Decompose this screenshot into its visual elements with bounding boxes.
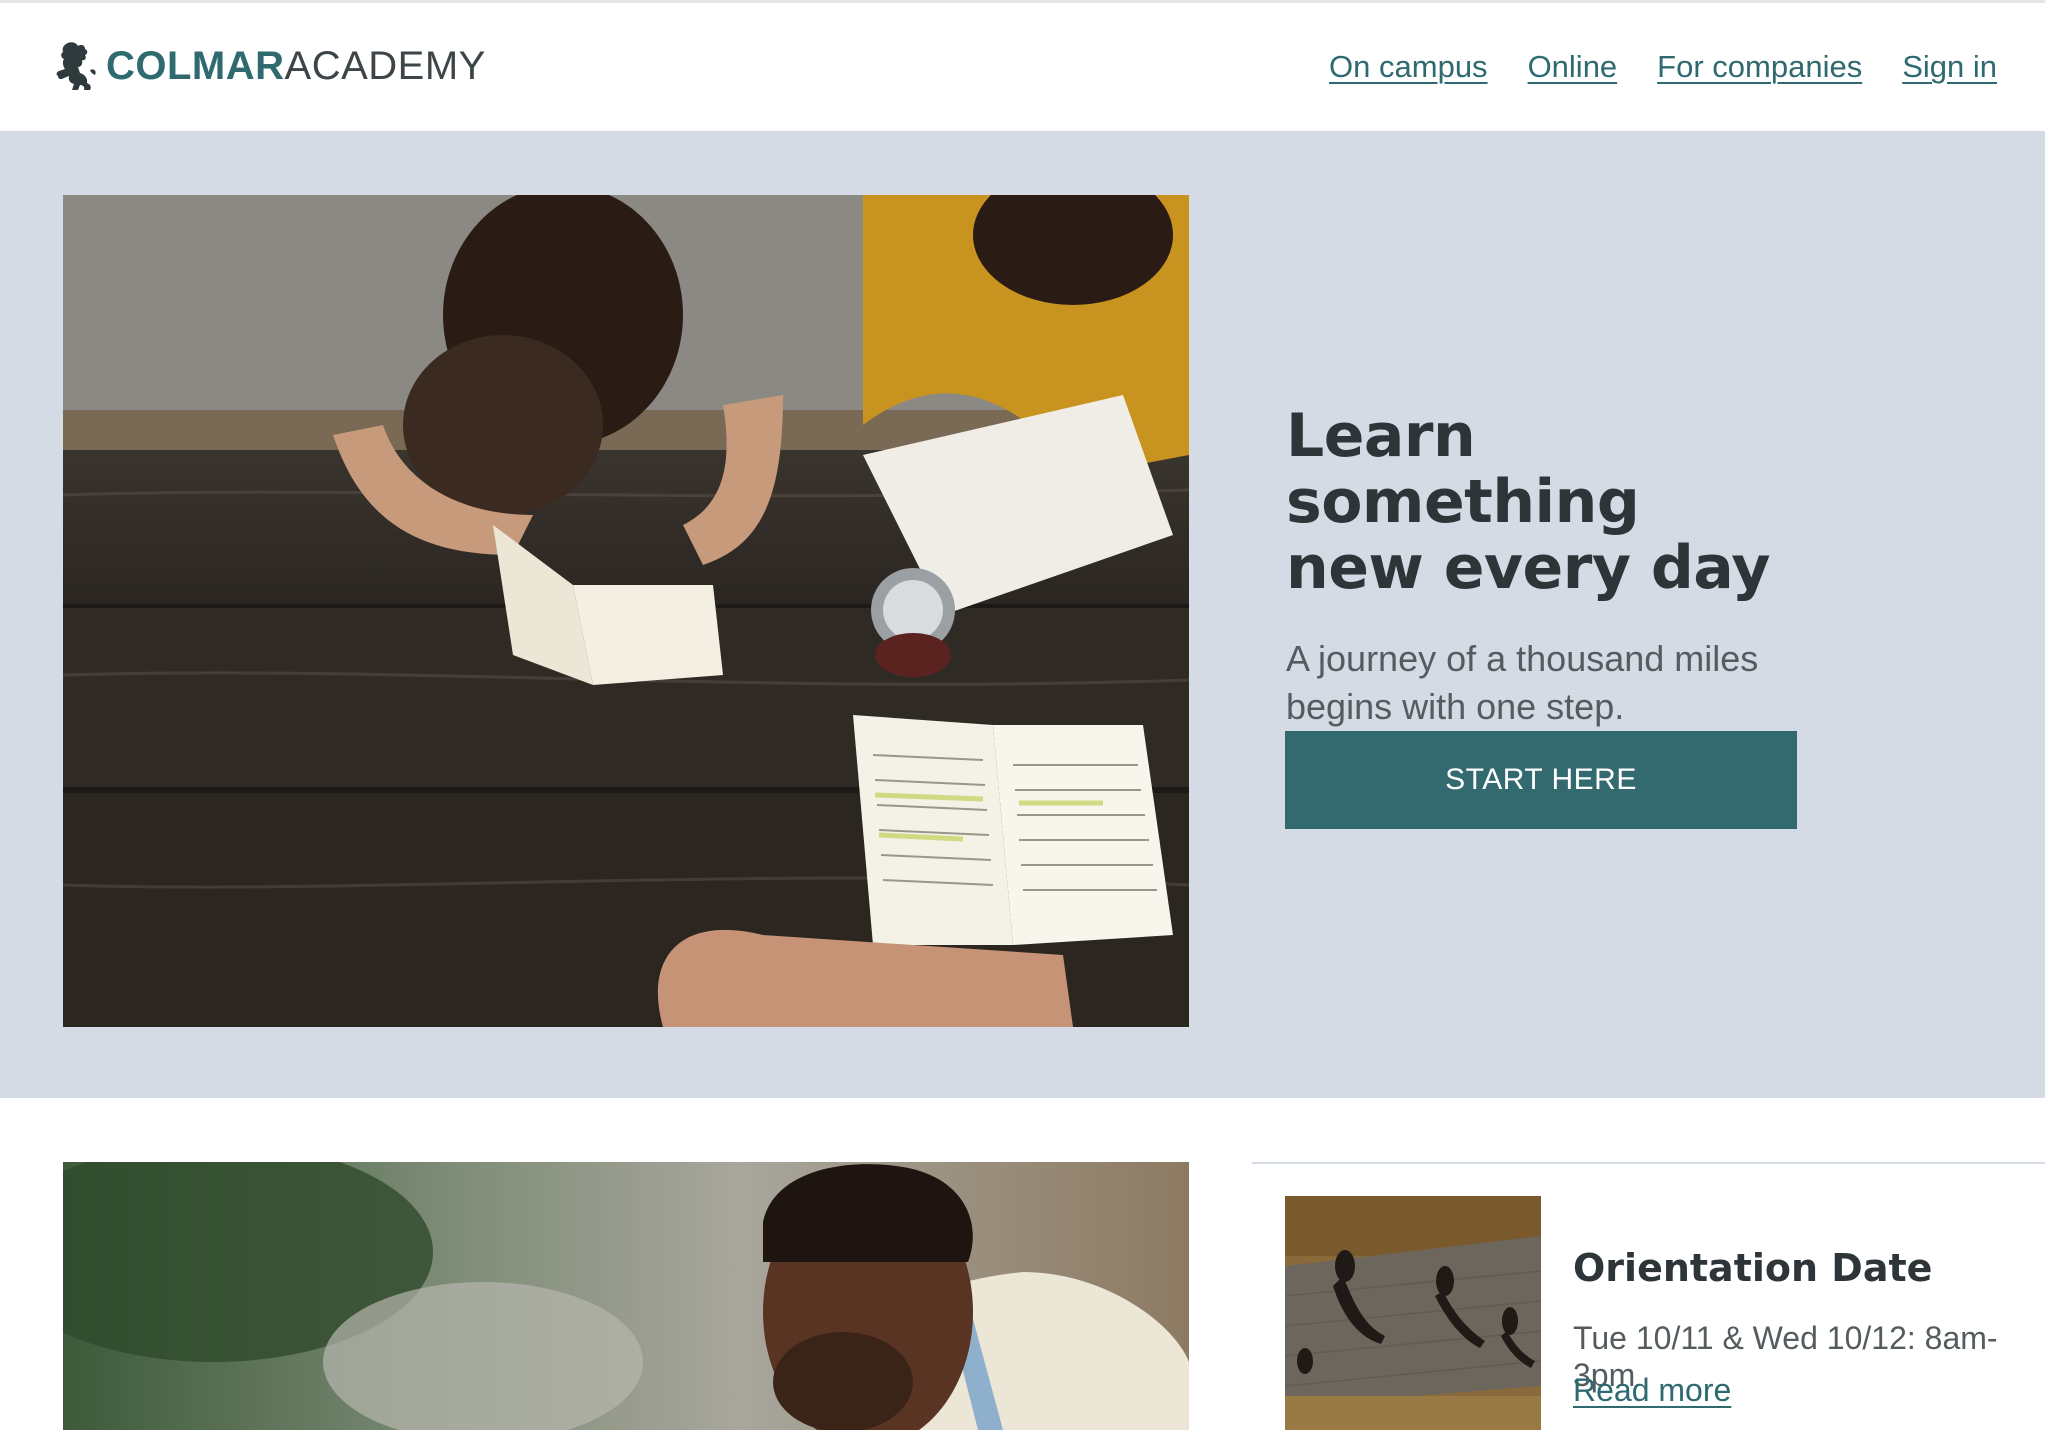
hero-image: [63, 195, 1189, 1027]
brand-wordmark: COLMARACADEMY: [106, 46, 486, 86]
event-title: Orientation Date: [1573, 1246, 1933, 1290]
nav-for-companies[interactable]: For companies: [1657, 49, 1862, 85]
brand-name-light: ACADEMY: [284, 44, 486, 88]
start-here-button[interactable]: START HERE: [1285, 731, 1797, 829]
smiling-student-photo: [63, 1162, 1189, 1430]
hero-subtitle: A journey of a thousand miles begins wit…: [1286, 635, 1846, 731]
hero-title-line1: Learn something: [1286, 401, 1640, 537]
aerial-people-walking-photo: [1285, 1196, 1541, 1430]
event-image: [1285, 1196, 1541, 1430]
brand-logo[interactable]: COLMARACADEMY: [52, 39, 486, 93]
nav-on-campus[interactable]: On campus: [1329, 49, 1488, 85]
students-reading-photo: [63, 195, 1189, 1027]
hero-subtitle-line1: A journey of a thousand miles: [1286, 638, 1759, 679]
hero-section: Learn something new every day A journey …: [0, 131, 2045, 1098]
nav-sign-in[interactable]: Sign in: [1902, 49, 1997, 85]
lion-rampant-icon: [56, 42, 96, 90]
brand-name-bold: COLMAR: [106, 44, 285, 88]
event-divider: [1252, 1162, 2045, 1164]
nav-online[interactable]: Online: [1528, 49, 1618, 85]
main-nav: On campus Online For companies Sign in: [1329, 49, 1997, 85]
hero-title-line2: new every day: [1286, 533, 1771, 603]
hero-copy: Learn something new every day A journey …: [1286, 403, 1846, 731]
read-more-link[interactable]: Read more: [1573, 1372, 1731, 1409]
hero-subtitle-line2: begins with one step.: [1286, 686, 1625, 727]
site-header: COLMARACADEMY On campus Online For compa…: [0, 3, 2045, 131]
hero-title: Learn something new every day: [1286, 403, 1846, 601]
feature-image: [63, 1162, 1189, 1430]
